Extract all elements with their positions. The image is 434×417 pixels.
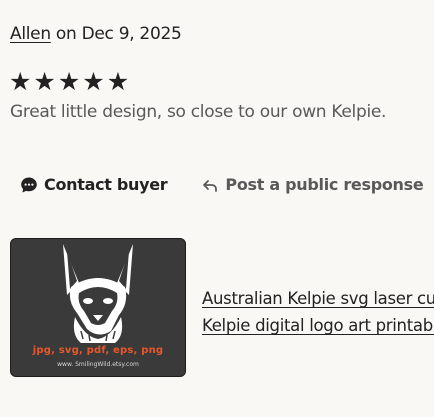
listing-title-line-1[interactable]: Australian Kelpie svg laser cut file. (202, 285, 434, 312)
chat-bubble-icon (21, 177, 37, 192)
listing-card: jpg, svg, pdf, eps, png www. SmilingWild… (10, 238, 186, 377)
post-public-response-label: Post a public response (225, 175, 424, 194)
post-public-response-button[interactable]: Post a public response (201, 175, 424, 194)
star-icon: ★ (57, 67, 81, 96)
thumbnail-site-text: www. SmilingWild.etsy.com (57, 361, 139, 368)
review-on-text: on (55, 24, 77, 44)
review-actions: Contact buyer Post a public response (20, 175, 424, 194)
star-rating: ★ ★ ★ ★ ★ (9, 67, 129, 97)
reviewer-name-link[interactable]: Allen (10, 24, 51, 44)
contact-buyer-label: Contact buyer (44, 175, 168, 194)
contact-buyer-button[interactable]: Contact buyer (20, 175, 168, 194)
reply-arrow-icon (203, 179, 218, 192)
listing-thumbnail[interactable]: jpg, svg, pdf, eps, png www. SmilingWild… (10, 238, 186, 377)
star-icon: ★ (106, 67, 130, 96)
review-header: Allen on Dec 9, 2025 (10, 24, 182, 44)
listing-title-line-2[interactable]: Kelpie digital logo art printable (202, 312, 434, 339)
review-text: Great little design, so close to our own… (10, 102, 387, 122)
thumbnail-formats-text: jpg, svg, pdf, eps, png (32, 345, 164, 356)
star-icon: ★ (82, 67, 105, 96)
review-date: Dec 9, 2025 (81, 24, 182, 44)
listing-title-link[interactable]: Australian Kelpie svg laser cut file. Ke… (202, 285, 434, 339)
star-icon: ★ (9, 67, 32, 96)
star-icon: ★ (33, 67, 56, 96)
